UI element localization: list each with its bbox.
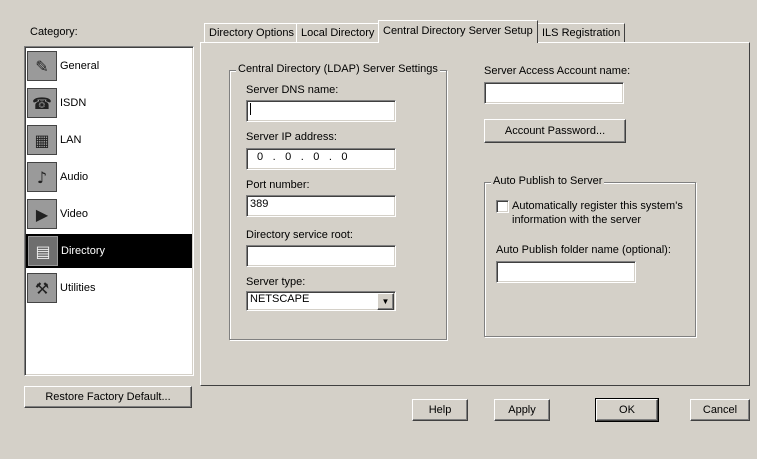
restore-factory-default-button[interactable]: Restore Factory Default...	[24, 386, 192, 408]
ip-octet-4: 0	[341, 151, 348, 163]
account-password-button[interactable]: Account Password...	[484, 119, 626, 143]
ok-button[interactable]: OK	[595, 398, 659, 422]
directory-service-root-input[interactable]	[246, 245, 396, 267]
audio-icon: ♪	[27, 162, 57, 192]
category-item-label: Directory	[61, 245, 106, 257]
auto-publish-group: Auto Publish to Server Automatically reg…	[484, 175, 696, 337]
category-list[interactable]: ✎ General ☎ ISDN ▦ LAN ♪ Audio ▶ Video ▤ Directory ⚒…	[24, 46, 194, 376]
directory-service-root-label: Directory service root:	[246, 229, 353, 241]
category-item-label: Video	[60, 208, 88, 220]
server-type-label: Server type:	[246, 276, 306, 288]
category-item-label: General	[60, 60, 100, 72]
auto-publish-folder-label: Auto Publish folder name (optional):	[496, 244, 671, 256]
category-item-label: LAN	[60, 134, 82, 146]
video-icon: ▶	[27, 199, 57, 229]
category-item-lan[interactable]: ▦ LAN	[25, 123, 191, 157]
auto-register-checkbox[interactable]	[496, 200, 509, 213]
category-item-label: Audio	[60, 171, 89, 183]
ip-separator: .	[272, 151, 276, 163]
cancel-button[interactable]: Cancel	[690, 399, 750, 421]
tab-local-directory[interactable]: Local Directory	[296, 23, 380, 42]
auto-register-label-line1[interactable]: Automatically register this system's	[512, 200, 683, 212]
server-ip-input[interactable]: 0.0.0.0	[246, 148, 396, 170]
text-caret	[250, 103, 251, 116]
auto-publish-folder-input[interactable]	[496, 261, 636, 283]
category-item-isdn[interactable]: ☎ ISDN	[25, 86, 191, 120]
server-dns-input[interactable]	[246, 100, 396, 122]
category-item-general[interactable]: ✎ General	[25, 49, 191, 83]
ip-separator: .	[300, 151, 304, 163]
category-item-directory[interactable]: ▤ Directory	[26, 234, 192, 268]
account-name-input[interactable]	[484, 82, 624, 104]
apply-button[interactable]: Apply	[494, 399, 550, 421]
category-item-label: Utilities	[60, 282, 96, 294]
server-dns-label: Server DNS name:	[246, 84, 339, 96]
auto-publish-title: Auto Publish to Server	[491, 175, 605, 187]
tab-panel: Central Directory (LDAP) Server Settings…	[200, 42, 750, 386]
server-type-select[interactable]: NETSCAPE ▼	[246, 291, 396, 311]
port-number-input[interactable]: 389	[246, 195, 396, 217]
help-button[interactable]: Help	[412, 399, 468, 421]
tab-ils-registration[interactable]: ILS Registration	[537, 23, 626, 42]
auto-register-label-line2[interactable]: information with the server	[512, 214, 641, 226]
port-number-value: 389	[250, 198, 269, 210]
general-icon: ✎	[27, 51, 57, 81]
category-label: Category:	[30, 26, 78, 38]
lan-icon: ▦	[27, 125, 57, 155]
server-type-value: NETSCAPE	[250, 293, 310, 305]
tab-directory-options[interactable]: Directory Options	[204, 23, 299, 42]
ldap-group-title: Central Directory (LDAP) Server Settings	[236, 63, 440, 75]
dropdown-arrow-icon[interactable]: ▼	[377, 293, 394, 310]
tab-central-directory-server-setup[interactable]: Central Directory Server Setup	[378, 20, 538, 43]
category-item-video[interactable]: ▶ Video	[25, 197, 191, 231]
port-number-label: Port number:	[246, 179, 310, 191]
category-item-audio[interactable]: ♪ Audio	[25, 160, 191, 194]
category-item-utilities[interactable]: ⚒ Utilities	[25, 271, 191, 305]
server-ip-label: Server IP address:	[246, 131, 337, 143]
account-name-label: Server Access Account name:	[484, 65, 631, 77]
utilities-icon: ⚒	[27, 273, 57, 303]
category-item-label: ISDN	[60, 97, 87, 109]
ip-separator: .	[328, 151, 332, 163]
isdn-icon: ☎	[27, 88, 57, 118]
directory-icon: ▤	[28, 236, 58, 266]
ldap-settings-group: Central Directory (LDAP) Server Settings…	[229, 63, 447, 340]
